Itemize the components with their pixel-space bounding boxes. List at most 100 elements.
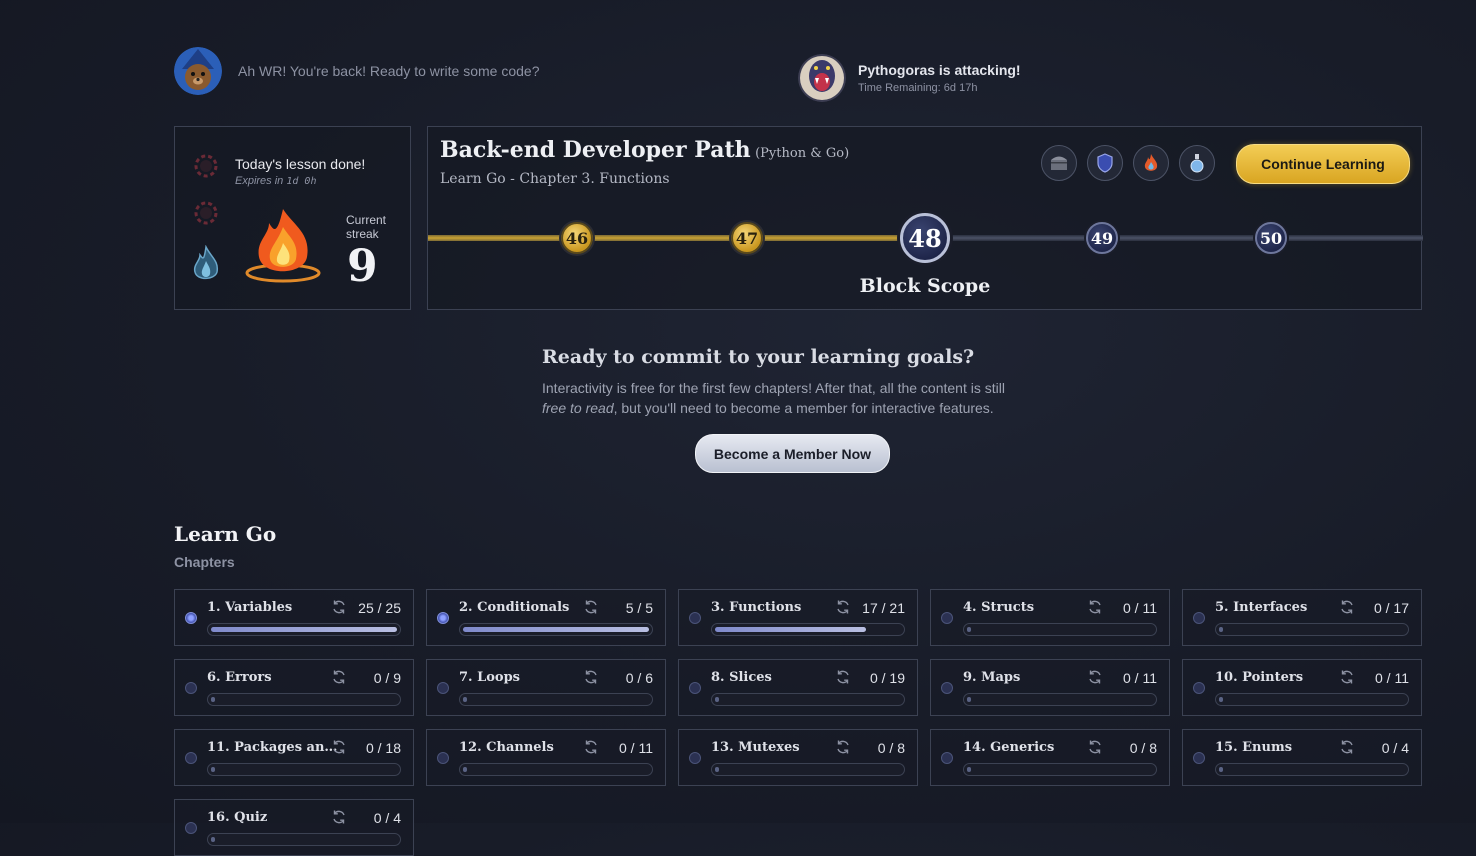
streak-expiry-prefix: Expires in xyxy=(235,175,287,187)
chapter-status-dot xyxy=(1193,682,1205,694)
lesson-node-46[interactable]: 46 xyxy=(561,222,593,254)
streak-expiry: Expires in 1d 0h xyxy=(235,175,316,187)
chapter-card[interactable]: 8. Slices 0 / 19 xyxy=(678,659,918,716)
chapter-name: 14. Generics xyxy=(963,740,1055,755)
chapter-count: 0 / 6 xyxy=(625,670,653,686)
chapter-name: 1. Variables xyxy=(207,600,293,615)
refresh-icon[interactable] xyxy=(1087,739,1103,760)
chapter-card[interactable]: 15. Enums 0 / 4 xyxy=(1182,729,1422,786)
flame-icon xyxy=(241,205,325,292)
commit-body-line: , but you'll need to become a member for… xyxy=(613,400,994,416)
path-panel: Back-end Developer Path (Python & Go) Le… xyxy=(427,126,1423,310)
refresh-icon[interactable] xyxy=(1339,599,1355,620)
chapter-name: 11. Packages and Mo... xyxy=(207,740,342,755)
shield-icon[interactable] xyxy=(1087,145,1123,181)
chapter-status-dot xyxy=(1193,752,1205,764)
continue-learning-button[interactable]: Continue Learning xyxy=(1236,144,1410,184)
chapter-progress-bar xyxy=(207,693,401,706)
lesson-node-48[interactable]: 48 xyxy=(900,213,950,263)
chapter-count: 5 / 5 xyxy=(625,600,653,616)
chapter-progress-bar xyxy=(963,693,1157,706)
chapter-progress-fill xyxy=(211,767,215,772)
chapter-status-dot xyxy=(1193,612,1205,624)
streak-day-icon xyxy=(193,153,219,184)
chapter-progress-fill xyxy=(715,767,719,772)
chapter-count: 0 / 8 xyxy=(1129,740,1157,756)
refresh-icon[interactable] xyxy=(1087,669,1103,690)
chapter-status-dot xyxy=(437,752,449,764)
path-chapter: Learn Go - Chapter 3. Functions xyxy=(440,171,670,187)
chapter-card[interactable]: 4. Structs 0 / 11 xyxy=(930,589,1170,646)
chapter-count: 0 / 17 xyxy=(1373,600,1409,616)
chapter-status-dot xyxy=(185,682,197,694)
refresh-icon[interactable] xyxy=(583,739,599,760)
chapter-card[interactable]: 12. Channels 0 / 11 xyxy=(426,729,666,786)
chest-icon[interactable] xyxy=(1041,145,1077,181)
chapter-count: 0 / 18 xyxy=(365,740,401,756)
chapter-status-dot xyxy=(941,612,953,624)
refresh-icon[interactable] xyxy=(1087,599,1103,620)
potion-icon[interactable] xyxy=(1179,145,1215,181)
lesson-node-50[interactable]: 50 xyxy=(1255,222,1287,254)
chapter-card[interactable]: 1. Variables 25 / 25 xyxy=(174,589,414,646)
chapter-progress-fill xyxy=(715,627,866,632)
chapter-card[interactable]: 6. Errors 0 / 9 xyxy=(174,659,414,716)
chapter-status-dot xyxy=(185,752,197,764)
chapter-progress-bar xyxy=(963,763,1157,776)
streak-title: Today's lesson done! xyxy=(235,156,366,172)
chapter-progress-fill xyxy=(1219,697,1223,702)
chapter-name: 12. Channels xyxy=(459,740,554,755)
refresh-icon[interactable] xyxy=(835,599,851,620)
chapter-card[interactable]: 11. Packages and Mo... 0 / 18 xyxy=(174,729,414,786)
refresh-icon[interactable] xyxy=(331,809,347,830)
frozen-flame-icon xyxy=(191,244,221,288)
chapter-card[interactable]: 9. Maps 0 / 11 xyxy=(930,659,1170,716)
chapter-card[interactable]: 13. Mutexes 0 / 8 xyxy=(678,729,918,786)
chapter-count: 0 / 11 xyxy=(619,740,653,756)
boss-attack-title[interactable]: Pythogoras is attacking! xyxy=(858,62,1021,78)
refresh-icon[interactable] xyxy=(331,739,347,760)
refresh-icon[interactable] xyxy=(835,669,851,690)
chapter-progress-fill xyxy=(715,697,719,702)
streak-label: Current streak xyxy=(346,213,387,241)
chapter-card[interactable]: 5. Interfaces 0 / 17 xyxy=(1182,589,1422,646)
refresh-icon[interactable] xyxy=(583,599,599,620)
chapter-card[interactable]: 3. Functions 17 / 21 xyxy=(678,589,918,646)
refresh-icon[interactable] xyxy=(835,739,851,760)
chapter-card[interactable]: 7. Loops 0 / 6 xyxy=(426,659,666,716)
chapter-progress-fill xyxy=(463,767,467,772)
streak-count: 9 xyxy=(347,241,378,292)
flame-icon[interactable] xyxy=(1133,145,1169,181)
refresh-icon[interactable] xyxy=(1339,739,1355,760)
lesson-node-47[interactable]: 47 xyxy=(731,222,763,254)
lesson-node-49[interactable]: 49 xyxy=(1086,222,1118,254)
chapter-progress-fill xyxy=(1219,767,1223,772)
chapter-progress-bar xyxy=(459,693,653,706)
chapter-progress-bar xyxy=(963,623,1157,636)
refresh-icon[interactable] xyxy=(1339,669,1355,690)
course-title: Learn Go xyxy=(174,522,277,546)
chapter-progress-fill xyxy=(211,697,215,702)
chapter-status-dot xyxy=(437,682,449,694)
become-member-button[interactable]: Become a Member Now xyxy=(695,434,890,473)
chapter-count: 0 / 11 xyxy=(1123,600,1157,616)
chapter-card[interactable]: 14. Generics 0 / 8 xyxy=(930,729,1170,786)
chapter-card[interactable]: 10. Pointers 0 / 11 xyxy=(1182,659,1422,716)
chapter-card[interactable]: 16. Quiz 0 / 4 xyxy=(174,799,414,856)
chapter-count: 0 / 11 xyxy=(1375,670,1409,686)
chapter-status-dot xyxy=(689,682,701,694)
commit-body-line: Interactivity is free for the first few … xyxy=(542,380,1005,396)
commit-body: Interactivity is free for the first few … xyxy=(542,378,1062,418)
mascot-avatar[interactable] xyxy=(174,47,222,95)
refresh-icon[interactable] xyxy=(331,669,347,690)
chapter-name: 7. Loops xyxy=(459,670,520,685)
chapter-progress-bar xyxy=(711,693,905,706)
chapter-progress-bar xyxy=(1215,763,1409,776)
boss-avatar[interactable] xyxy=(798,54,846,102)
chapter-count: 0 / 9 xyxy=(373,670,401,686)
refresh-icon[interactable] xyxy=(331,599,347,620)
current-lesson-name[interactable]: Block Scope xyxy=(825,275,1025,297)
chapter-card[interactable]: 2. Conditionals 5 / 5 xyxy=(426,589,666,646)
chapter-progress-fill xyxy=(967,627,971,632)
refresh-icon[interactable] xyxy=(583,669,599,690)
